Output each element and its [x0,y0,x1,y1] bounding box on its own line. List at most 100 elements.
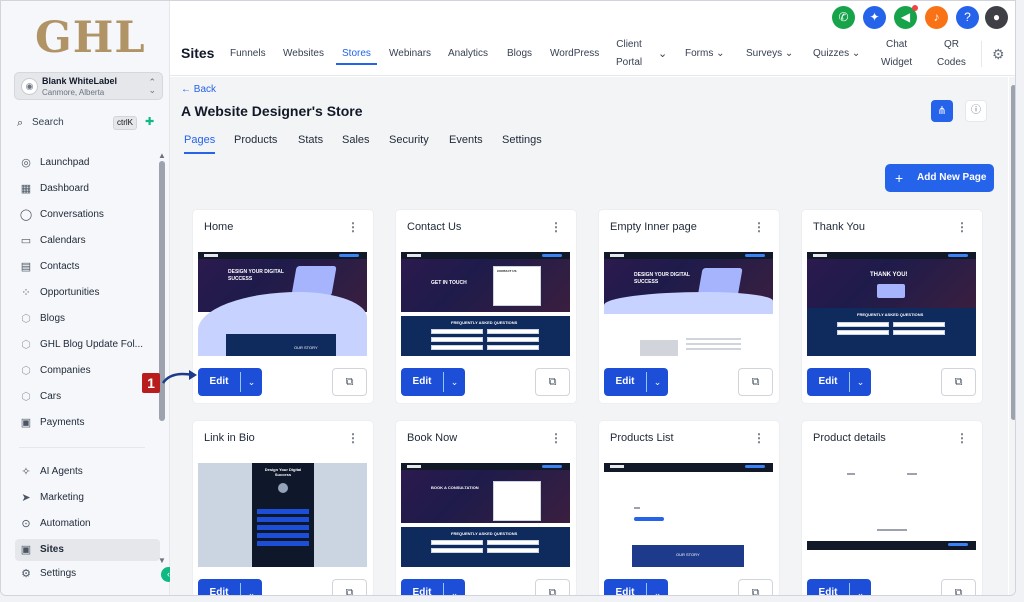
page-card-contact-us[interactable]: Contact Us ⋮ GET IN TOUCH CONTACT US FRE… [396,210,576,403]
edit-button-group[interactable]: Edit ⌄ [401,368,465,396]
chevron-down-icon[interactable]: ⌄ [850,579,871,595]
kebab-menu-icon[interactable]: ⋮ [550,431,562,445]
page-thumbnail[interactable]: Design Your Digital Success [198,463,367,567]
sidebar-item-companies[interactable]: ⬡ Companies [15,360,160,382]
edit-button-group[interactable]: Edit ⌄ [807,368,871,396]
edit-button[interactable]: Edit [198,368,240,396]
page-card-product-details[interactable]: Product details ⋮ Edit ⌄ ⧉ [802,421,982,595]
open-external-button[interactable]: ⧉ [941,368,976,396]
edit-button[interactable]: Edit [807,368,849,396]
tab-security[interactable]: Security [389,134,429,152]
chevron-down-icon[interactable]: ⌄ [241,368,262,396]
chevron-down-icon[interactable]: ⌄ [658,45,667,63]
edit-button[interactable]: Edit [401,579,443,595]
tab-wordpress[interactable]: WordPress [550,45,599,63]
sidebar-item-ghl-blog-update[interactable]: ⬡ GHL Blog Update Fol... [15,334,160,356]
edit-button[interactable]: Edit [807,579,849,595]
edit-button[interactable]: Edit [401,368,443,396]
edit-button-group[interactable]: Edit ⌄ [604,368,668,396]
tab-qr-codes[interactable]: QR Codes [937,36,966,72]
edit-button-group[interactable]: Edit ⌄ [198,579,262,595]
sidebar-item-payments[interactable]: ▣ Payments [15,412,160,434]
brand-logo[interactable]: GHL [35,13,146,63]
open-external-button[interactable]: ⧉ [738,579,773,595]
sidebar-item-contacts[interactable]: ▤ Contacts [15,256,160,278]
gear-icon[interactable]: ⚙ [992,46,1005,63]
chevron-down-icon[interactable]: ⌄ [444,579,465,595]
sidebar-item-cars[interactable]: ⬡ Cars [15,386,160,408]
chevron-down-icon[interactable]: ⌄ [647,579,668,595]
chevron-down-icon[interactable]: ⌄ [241,579,262,595]
kebab-menu-icon[interactable]: ⋮ [753,431,765,445]
sidebar-item-ai-agents[interactable]: ✧ AI Agents [15,461,160,483]
page-card-products-list[interactable]: Products List ⋮ OUR STORY Edit ⌄ ⧉ [599,421,779,595]
kebab-menu-icon[interactable]: ⋮ [956,220,968,234]
scroll-down-icon[interactable]: ▼ [158,556,166,565]
tab-settings[interactable]: Settings [502,134,542,152]
tab-forms[interactable]: Forms ⌄ [685,45,725,63]
main-scrollbar[interactable] [1009,77,1015,595]
sidebar-item-opportunities[interactable]: ⁘ Opportunities [15,282,160,304]
page-thumbnail[interactable]: BOOK A CONSULTATION FREQUENTLY ASKED QUE… [401,463,570,567]
page-card-book-now[interactable]: Book Now ⋮ BOOK A CONSULTATION FREQUENTL… [396,421,576,595]
info-button[interactable]: ⓘ [965,100,987,122]
sidebar-item-conversations[interactable]: ◯ Conversations [15,204,160,226]
tab-client-portal[interactable]: Client Portal [616,36,642,72]
edit-button-group[interactable]: Edit ⌄ [807,579,871,595]
open-external-button[interactable]: ⧉ [332,368,367,396]
megaphone-icon[interactable]: ◀ [894,5,918,29]
sidebar-item-calendars[interactable]: ▭ Calendars [15,230,160,252]
sidebar-item-dashboard[interactable]: ▦ Dashboard [15,178,160,200]
open-external-button[interactable]: ⧉ [535,368,570,396]
bell-icon[interactable]: ♪ [925,6,948,29]
tab-pages[interactable]: Pages [184,134,216,154]
tab-analytics[interactable]: Analytics [448,45,488,63]
tab-surveys[interactable]: Surveys ⌄ [746,45,793,63]
phone-icon[interactable]: ✆ [832,6,855,29]
tab-quizzes[interactable]: Quizzes ⌄ [813,45,860,63]
open-external-button[interactable]: ⧉ [738,368,773,396]
tab-funnels[interactable]: Funnels [230,45,266,63]
page-thumbnail[interactable]: OUR STORY [604,463,773,567]
main-scrollbar-thumb[interactable] [1011,85,1015,420]
account-switcher[interactable]: ◉ Blank WhiteLabel Canmore, Alberta ⌃ ⌄ [14,72,163,100]
tab-chat-widget[interactable]: Chat Widget [881,36,912,72]
kebab-menu-icon[interactable]: ⋮ [347,220,359,234]
edit-button-group[interactable]: Edit ⌄ [604,579,668,595]
tab-stats[interactable]: Stats [298,134,323,152]
open-external-button[interactable]: ⧉ [535,579,570,595]
user-avatar[interactable]: ● [985,6,1008,29]
page-card-link-in-bio[interactable]: Link in Bio ⋮ Design Your Digital Succes… [193,421,373,595]
sidebar-item-marketing[interactable]: ➤ Marketing [15,487,160,509]
page-thumbnail[interactable]: DESIGN YOUR DIGITAL SUCCESS OUR STORY [198,252,367,356]
kebab-menu-icon[interactable]: ⋮ [550,220,562,234]
quick-action-icon[interactable]: ✚ [145,115,154,128]
kebab-menu-icon[interactable]: ⋮ [956,431,968,445]
tab-sales[interactable]: Sales [342,134,370,152]
page-card-home[interactable]: Home ⋮ DESIGN YOUR DIGITAL SUCCESS OUR S… [193,210,373,403]
page-card-thank-you[interactable]: Thank You ⋮ THANK YOU! FREQUENTLY ASKED … [802,210,982,403]
magic-wand-icon[interactable]: ✦ [863,6,886,29]
add-new-page-button[interactable]: + Add New Page [885,164,994,192]
chevron-down-icon[interactable]: ⌄ [850,368,871,396]
kebab-menu-icon[interactable]: ⋮ [347,431,359,445]
open-external-button[interactable]: ⧉ [332,579,367,595]
tab-stores[interactable]: Stores [336,45,377,65]
edit-button-group[interactable]: Edit ⌄ [401,579,465,595]
sidebar-item-sites[interactable]: ▣ Sites [15,539,160,561]
tab-blogs[interactable]: Blogs [507,45,532,63]
sidebar-item-blogs[interactable]: ⬡ Blogs [15,308,160,330]
kebab-menu-icon[interactable]: ⋮ [753,220,765,234]
open-external-button[interactable]: ⧉ [941,579,976,595]
edit-button[interactable]: Edit [604,368,646,396]
page-thumbnail[interactable]: DESIGN YOUR DIGITAL SUCCESS [604,252,773,356]
back-link[interactable]: ← Back [181,84,216,95]
edit-button-group[interactable]: Edit ⌄ [198,368,262,396]
chevron-down-icon[interactable]: ⌄ [444,368,465,396]
page-thumbnail[interactable]: GET IN TOUCH CONTACT US FREQUENTLY ASKED… [401,252,570,356]
share-button[interactable]: ⋔ [931,100,953,122]
chevron-down-icon[interactable]: ⌄ [647,368,668,396]
page-thumbnail[interactable] [807,463,976,567]
help-icon[interactable]: ? [956,6,979,29]
edit-button[interactable]: Edit [198,579,240,595]
